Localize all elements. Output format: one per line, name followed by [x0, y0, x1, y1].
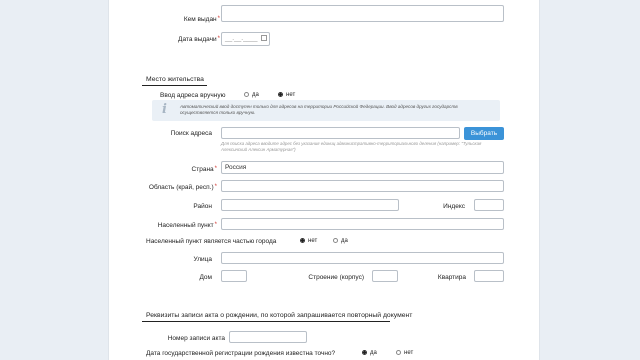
date-known-no-option[interactable]: нет — [396, 350, 413, 356]
district-field[interactable] — [221, 199, 399, 211]
region-field[interactable] — [221, 180, 504, 192]
manual-entry-label: Ввод адреса вручную — [160, 92, 226, 99]
country-field[interactable]: Россия — [221, 161, 504, 174]
address-search-label: Поиск адреса — [170, 130, 212, 137]
issue-date-label: Дата выдачи* — [178, 36, 220, 43]
record-section-underline — [142, 321, 390, 322]
info-box: i Автоматический ввод доступен только дл… — [152, 100, 500, 121]
locality-city-no-option[interactable]: нет — [300, 238, 317, 244]
street-field[interactable] — [221, 252, 504, 264]
info-text: Автоматический ввод доступен только для … — [180, 104, 458, 115]
info-icon: i — [162, 102, 167, 117]
calendar-icon[interactable] — [261, 35, 267, 41]
index-label: Индекс — [443, 203, 465, 210]
record-number-field[interactable] — [229, 331, 307, 343]
manual-entry-no-option[interactable]: нет — [278, 92, 295, 98]
residence-section-underline — [142, 85, 207, 86]
locality-city-yes-radio[interactable] — [333, 238, 338, 243]
date-known-yes-radio[interactable] — [362, 350, 367, 355]
issue-date-field[interactable]: __.__.____ — [221, 32, 270, 46]
date-known-yes-option[interactable]: да — [362, 350, 377, 356]
house-label: Дом — [199, 274, 212, 281]
region-label: Область (край, респ.)* — [148, 184, 217, 191]
house-field[interactable] — [221, 270, 247, 282]
flat-field[interactable] — [474, 270, 504, 282]
manual-entry-yes-option[interactable]: да — [244, 92, 259, 98]
building-label: Строение (корпус) — [308, 274, 364, 281]
address-search-hint: Для поиска адреса вводите адрес без указ… — [221, 141, 482, 152]
country-label: Страна* — [191, 166, 217, 173]
index-field[interactable] — [474, 199, 504, 211]
locality-city-label: Населенный пункт является частью города — [146, 238, 277, 245]
issued-by-label: Кем выдан* — [183, 16, 220, 23]
flat-label: Квартира — [437, 274, 466, 281]
locality-field[interactable] — [221, 218, 504, 230]
issued-by-field[interactable] — [221, 5, 504, 22]
locality-city-yes-option[interactable]: да — [333, 238, 348, 244]
date-known-label: Дата государственной регистрации рождени… — [146, 350, 336, 357]
district-label: Район — [193, 203, 212, 210]
date-known-no-radio[interactable] — [396, 350, 401, 355]
residence-section-title: Место жительства — [146, 76, 204, 83]
select-address-button[interactable]: Выбрать — [464, 127, 504, 140]
record-number-label: Номер записи акта — [167, 335, 225, 342]
record-section-title: Реквизиты записи акта о рождении, по кот… — [146, 312, 413, 319]
locality-label: Населенный пункт* — [157, 222, 217, 229]
locality-city-no-radio[interactable] — [300, 238, 305, 243]
building-field[interactable] — [372, 270, 398, 282]
address-search-input[interactable] — [221, 127, 460, 139]
manual-no-radio[interactable] — [278, 92, 283, 97]
manual-yes-radio[interactable] — [244, 92, 249, 97]
street-label: Улица — [193, 256, 212, 263]
